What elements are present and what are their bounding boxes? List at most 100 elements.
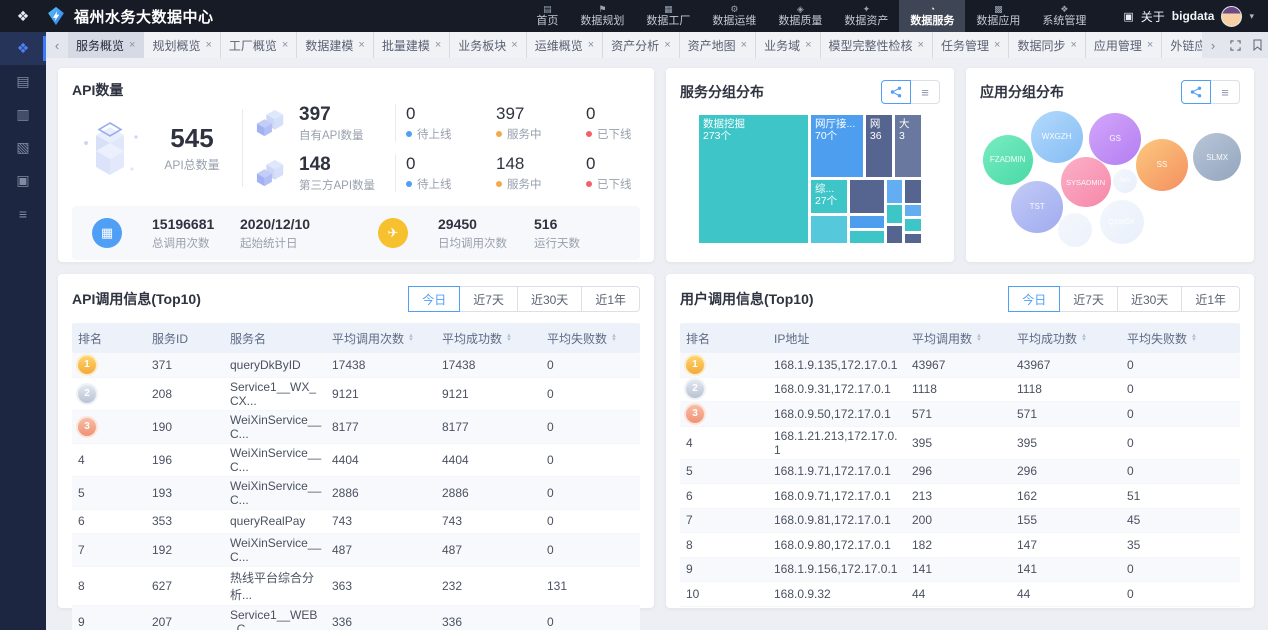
tab-close-icon[interactable]: × xyxy=(282,39,288,51)
topnav-item[interactable]: ⚙ 数据运维 xyxy=(701,0,767,32)
treemap-block[interactable] xyxy=(904,179,922,204)
bubble[interactable] xyxy=(1058,213,1092,247)
sort-icon[interactable]: ▲▼ xyxy=(408,334,414,343)
treemap-block[interactable]: 数据挖掘 273个 xyxy=(698,114,809,244)
treemap-block[interactable] xyxy=(886,225,903,245)
column-header[interactable]: 排名 ▲▼ xyxy=(72,330,146,347)
topnav-item[interactable]: ◈ 数据质量 xyxy=(767,0,833,32)
bubble[interactable]: SS xyxy=(1136,139,1188,191)
treemap-block[interactable]: 网厅接... 70个 xyxy=(810,114,864,178)
bookmark-icon[interactable] xyxy=(1246,32,1268,58)
treemap-block[interactable] xyxy=(810,215,848,244)
tab-close-icon[interactable]: × xyxy=(588,39,594,51)
tab[interactable]: 数据同步 × xyxy=(1009,32,1085,58)
bubble[interactable]: JMY xyxy=(1113,169,1137,193)
bubble[interactable]: FZADMIN xyxy=(983,135,1033,185)
chart-view-button[interactable] xyxy=(881,80,911,104)
topnav-item[interactable]: ⚑ 数据规划 xyxy=(569,0,635,32)
column-header[interactable]: 平均成功数 ▲▼ xyxy=(436,330,541,347)
tab-close-icon[interactable]: × xyxy=(511,39,517,51)
column-header[interactable]: 平均失败数 ▲▼ xyxy=(541,330,640,347)
list-view-button[interactable]: ≡ xyxy=(1210,80,1240,104)
tab[interactable]: 工厂概览 × xyxy=(221,32,297,58)
treemap-block[interactable]: 网 36 xyxy=(865,114,893,178)
treemap-block[interactable] xyxy=(886,204,903,224)
time-filter-button[interactable]: 近7天 xyxy=(459,286,518,312)
tab-close-icon[interactable]: × xyxy=(205,39,211,51)
tab[interactable]: 规划概览 × xyxy=(144,32,220,58)
column-header[interactable]: 平均失败数 ▲▼ xyxy=(1121,330,1240,347)
username[interactable]: bigdata xyxy=(1172,9,1215,23)
tabs-scroll-right-icon[interactable]: › xyxy=(1202,32,1224,58)
column-header[interactable]: 平均调用数 ▲▼ xyxy=(906,330,1011,347)
tab[interactable]: 模型完整性检核 × xyxy=(821,32,933,58)
sidebar-item[interactable]: ▤ xyxy=(0,65,46,98)
tab-close-icon[interactable]: × xyxy=(435,39,441,51)
treemap-block[interactable] xyxy=(849,179,885,214)
topnav-item[interactable]: ▩ 数据应用 xyxy=(965,0,1031,32)
topnav-item[interactable]: ◔ 数据服务 xyxy=(899,0,965,32)
sidebar-item[interactable]: ▧ xyxy=(0,131,46,164)
chart-view-button[interactable] xyxy=(1181,80,1211,104)
tab[interactable]: 应用管理 × xyxy=(1086,32,1162,58)
tab[interactable]: 资产地图 × xyxy=(680,32,756,58)
time-filter-button[interactable]: 今日 xyxy=(1008,286,1060,312)
tab[interactable]: 资产分析 × xyxy=(603,32,679,58)
column-header[interactable]: 服务名 ▲▼ xyxy=(224,330,326,347)
sort-icon[interactable]: ▲▼ xyxy=(976,334,982,343)
tab[interactable]: 业务域 × xyxy=(756,32,820,58)
column-header[interactable]: IP地址 ▲▼ xyxy=(768,330,906,347)
tab[interactable]: 外链应用 × xyxy=(1162,32,1202,58)
column-header[interactable]: 平均调用次数 ▲▼ xyxy=(326,330,436,347)
sidebar-item[interactable]: ▣ xyxy=(0,164,46,197)
bubble[interactable]: GS xyxy=(1089,113,1141,165)
column-header[interactable]: 平均成功数 ▲▼ xyxy=(1011,330,1121,347)
tab-close-icon[interactable]: × xyxy=(358,39,364,51)
app-grid-icon[interactable]: ❖ xyxy=(0,8,46,25)
sort-icon[interactable]: ▲▼ xyxy=(1081,334,1087,343)
treemap-block[interactable]: 综... 27个 xyxy=(810,179,848,214)
tab-close-icon[interactable]: × xyxy=(805,39,811,51)
tab-close-icon[interactable]: × xyxy=(129,39,135,51)
sidebar-item[interactable]: ▥ xyxy=(0,98,46,131)
treemap-block[interactable] xyxy=(849,230,885,244)
time-filter-button[interactable]: 近7天 xyxy=(1059,286,1118,312)
tab-close-icon[interactable]: × xyxy=(1070,39,1076,51)
avatar[interactable] xyxy=(1221,6,1242,27)
tab[interactable]: 服务概览 × xyxy=(68,32,144,58)
list-view-button[interactable]: ≡ xyxy=(910,80,940,104)
about-link[interactable]: 关于 xyxy=(1141,8,1165,25)
column-header[interactable]: 排名 ▲▼ xyxy=(680,330,768,347)
treemap-block[interactable] xyxy=(849,215,885,229)
time-filter-button[interactable]: 近30天 xyxy=(1117,286,1182,312)
fullscreen-icon[interactable] xyxy=(1224,32,1246,58)
tab-close-icon[interactable]: × xyxy=(741,39,747,51)
sidebar-item[interactable]: ≡ xyxy=(0,197,46,230)
sort-icon[interactable]: ▲▼ xyxy=(1191,334,1197,343)
topnav-item[interactable]: ❖ 系统管理 xyxy=(1031,0,1097,32)
about-icon[interactable]: ▣ xyxy=(1123,10,1133,23)
sort-icon[interactable]: ▲▼ xyxy=(506,334,512,343)
tab-close-icon[interactable]: × xyxy=(1147,39,1153,51)
bubble[interactable]: TST xyxy=(1011,181,1063,233)
treemap-block[interactable] xyxy=(904,204,922,217)
tab[interactable]: 业务板块 × xyxy=(450,32,526,58)
time-filter-button[interactable]: 近30天 xyxy=(517,286,582,312)
topnav-item[interactable]: ✦ 数据资产 xyxy=(833,0,899,32)
tabs-scroll-left-icon[interactable]: ‹ xyxy=(46,32,68,58)
bubble[interactable]: SLMX xyxy=(1193,133,1241,181)
bubble[interactable]: QSWGK xyxy=(1100,200,1144,244)
tab-close-icon[interactable]: × xyxy=(664,39,670,51)
tab[interactable]: 批量建模 × xyxy=(374,32,450,58)
time-filter-button[interactable]: 近1年 xyxy=(581,286,640,312)
time-filter-button[interactable]: 今日 xyxy=(408,286,460,312)
time-filter-button[interactable]: 近1年 xyxy=(1181,286,1240,312)
tab-close-icon[interactable]: × xyxy=(918,39,924,51)
sidebar-item[interactable]: ❖ xyxy=(0,32,46,65)
bubble[interactable]: WXGZH xyxy=(1031,111,1083,163)
treemap-block[interactable] xyxy=(904,218,922,232)
tab[interactable]: 任务管理 × xyxy=(933,32,1009,58)
treemap-block[interactable]: 大 3 xyxy=(894,114,922,178)
tab[interactable]: 运维概览 × xyxy=(527,32,603,58)
column-header[interactable]: 服务ID ▲▼ xyxy=(146,330,224,347)
